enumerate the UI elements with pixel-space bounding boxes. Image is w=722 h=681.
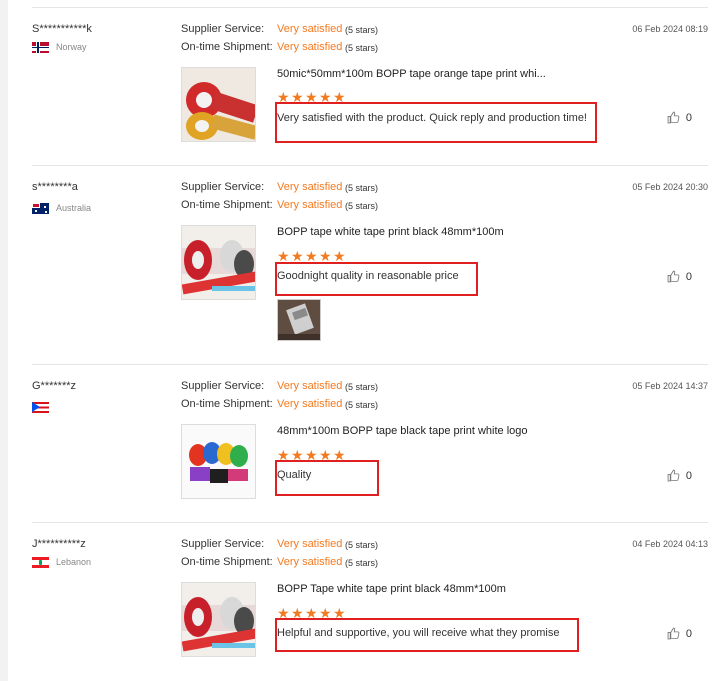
on-time-shipment-stars: (5 stars) xyxy=(345,43,379,53)
country-name: Australia xyxy=(56,203,92,213)
supplier-service-value: Very satisfied xyxy=(277,181,343,193)
like-button[interactable]: 0 xyxy=(667,270,692,283)
product-title[interactable]: BOPP tape white tape print black 48mm*10… xyxy=(277,226,504,238)
reviewer-country xyxy=(32,401,56,413)
like-count: 0 xyxy=(685,111,692,124)
review-item: J**********z Lebanon Supplier Service: V… xyxy=(32,522,708,680)
supplier-service-label: Supplier Service: xyxy=(181,538,265,550)
on-time-shipment-value: Very satisfied xyxy=(277,556,343,568)
star-icon: ★ xyxy=(305,248,318,264)
review-date: 04 Feb 2024 04:13 xyxy=(632,539,708,549)
review-date: 05 Feb 2024 14:37 xyxy=(632,381,708,391)
supplier-service-value: Very satisfied xyxy=(277,23,343,35)
highlight-box xyxy=(275,262,478,296)
on-time-shipment-label: On-time Shipment: xyxy=(181,41,273,53)
reviewer-country: Norway xyxy=(32,41,87,53)
star-rating: ★ ★ ★ ★ ★ xyxy=(277,248,346,264)
thumbs-up-icon xyxy=(667,627,680,640)
reviewer-name: s********a xyxy=(32,181,78,193)
thumbs-up-icon xyxy=(667,111,680,124)
highlight-box xyxy=(275,102,597,143)
review-item: s********a Australia Supplier Service: V… xyxy=(32,165,708,364)
norway-flag-icon xyxy=(32,41,49,53)
review-item: G*******z Supplier Service: Very satisfi… xyxy=(32,364,708,522)
review-date: 05 Feb 2024 20:30 xyxy=(632,182,708,192)
reviews-panel: S***********k Norway Supplier Service: V… xyxy=(8,0,722,681)
product-title[interactable]: 50mic*50mm*100m BOPP tape orange tape pr… xyxy=(277,68,546,80)
on-time-shipment-label: On-time Shipment: xyxy=(181,556,273,568)
supplier-service-label: Supplier Service: xyxy=(181,181,265,193)
star-icon: ★ xyxy=(291,248,304,264)
product-thumbnail[interactable] xyxy=(181,582,256,657)
like-button[interactable]: 0 xyxy=(667,627,692,640)
highlight-box xyxy=(275,460,379,496)
supplier-service-value: Very satisfied xyxy=(277,538,343,550)
reviewer-name: J**********z xyxy=(32,538,86,550)
supplier-service-stars: (5 stars) xyxy=(345,183,379,193)
like-count: 0 xyxy=(685,270,692,283)
reviewer-country: Australia xyxy=(32,202,91,214)
thumbs-up-icon xyxy=(667,270,680,283)
review-date: 06 Feb 2024 08:19 xyxy=(632,24,708,34)
on-time-shipment-label: On-time Shipment: xyxy=(181,199,273,211)
like-button[interactable]: 0 xyxy=(667,111,692,124)
product-thumbnail[interactable] xyxy=(181,225,256,300)
product-title[interactable]: 48mm*100m BOPP tape black tape print whi… xyxy=(277,425,528,437)
reviewer-name: G*******z xyxy=(32,380,77,392)
on-time-shipment-stars: (5 stars) xyxy=(345,400,379,410)
on-time-shipment-value: Very satisfied xyxy=(277,398,343,410)
country-name: Lebanon xyxy=(56,557,92,567)
on-time-shipment-value: Very satisfied xyxy=(277,41,343,53)
product-title[interactable]: BOPP Tape white tape print black 48mm*10… xyxy=(277,583,506,595)
country-name: Norway xyxy=(56,42,87,52)
supplier-service-value: Very satisfied xyxy=(277,380,343,392)
product-thumbnail[interactable] xyxy=(181,67,256,142)
on-time-shipment-stars: (5 stars) xyxy=(345,201,379,211)
like-count: 0 xyxy=(685,627,692,640)
reviewer-name: S***********k xyxy=(32,23,92,35)
product-thumbnail[interactable] xyxy=(181,424,256,499)
australia-flag-icon xyxy=(32,202,49,214)
supplier-service-label: Supplier Service: xyxy=(181,23,265,35)
supplier-service-label: Supplier Service: xyxy=(181,380,265,392)
on-time-shipment-stars: (5 stars) xyxy=(345,558,379,568)
supplier-service-stars: (5 stars) xyxy=(345,382,379,392)
on-time-shipment-value: Very satisfied xyxy=(277,199,343,211)
supplier-service-stars: (5 stars) xyxy=(345,25,379,35)
on-time-shipment-label: On-time Shipment: xyxy=(181,398,273,410)
like-button[interactable]: 0 xyxy=(667,469,692,482)
lebanon-flag-icon xyxy=(32,556,49,568)
star-icon: ★ xyxy=(333,248,346,264)
star-icon: ★ xyxy=(319,248,332,264)
puerto-rico-flag-icon xyxy=(32,401,49,413)
star-icon: ★ xyxy=(277,248,290,264)
highlight-box xyxy=(275,618,579,652)
reviewer-country: Lebanon xyxy=(32,556,91,568)
review-photo[interactable] xyxy=(277,299,321,341)
review-item: S***********k Norway Supplier Service: V… xyxy=(32,7,708,165)
like-count: 0 xyxy=(685,469,692,482)
supplier-service-stars: (5 stars) xyxy=(345,540,379,550)
thumbs-up-icon xyxy=(667,469,680,482)
